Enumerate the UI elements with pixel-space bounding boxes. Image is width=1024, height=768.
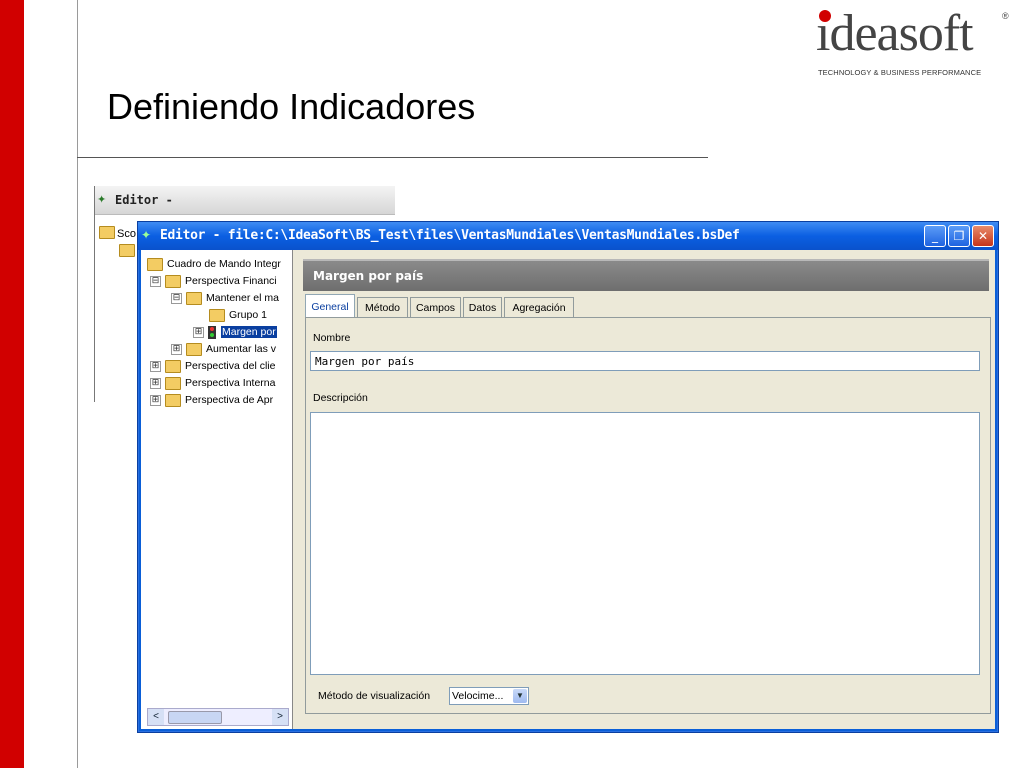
nombre-field[interactable]: Margen por país xyxy=(310,351,980,371)
nombre-label: Nombre xyxy=(313,332,351,344)
logo-tagline: TECHNOLOGY & BUSINESS PERFORMANCE xyxy=(818,68,982,77)
collapse-icon[interactable]: ⊟ xyxy=(150,275,161,287)
background-window-title: Editor - xyxy=(115,193,173,207)
minimize-button[interactable]: _ xyxy=(924,225,946,247)
window-client-area: Cuadro de Mando Integr ⊟ Perspectiva Fin… xyxy=(141,250,995,729)
window-titlebar[interactable]: ✦ Editor - file:C:\IdeaSoft\BS_Test\file… xyxy=(138,222,998,250)
maximize-button[interactable]: ❐ xyxy=(948,225,970,247)
folder-icon xyxy=(165,359,181,373)
tree-item-label: Perspectiva del clie xyxy=(185,360,276,372)
tree-item-aumentar[interactable]: ⊞ Aumentar las v xyxy=(171,341,276,357)
folder-icon xyxy=(99,226,115,239)
tree-item-label: Perspectiva de Apr xyxy=(185,394,274,406)
logo-registered-mark: ® xyxy=(1002,11,1009,21)
scroll-left-icon[interactable]: < xyxy=(148,709,164,725)
tree-item-perspectiva-financiera[interactable]: ⊟ Perspectiva Financi xyxy=(150,273,277,289)
tree-item-perspectiva-interna[interactable]: ⊞ Perspectiva Interna xyxy=(150,375,275,391)
expand-icon[interactable]: ⊞ xyxy=(150,394,161,406)
tree-item-cuadro-de-mando[interactable]: Cuadro de Mando Integr xyxy=(147,256,281,272)
window-title: Editor - file:C:\IdeaSoft\BS_Test\files\… xyxy=(160,228,740,243)
editor-icon: ✦ xyxy=(97,194,107,206)
close-button[interactable]: ✕ xyxy=(972,225,994,247)
tree-item-label: Cuadro de Mando Integr xyxy=(167,258,281,270)
collapse-icon[interactable]: ⊟ xyxy=(171,292,182,304)
tree-item-label: Grupo 1 xyxy=(229,309,267,321)
slide-red-bar xyxy=(0,0,24,768)
expand-icon[interactable]: ⊞ xyxy=(150,377,161,389)
tab-agregacion[interactable]: Agregación xyxy=(504,297,574,317)
folder-icon xyxy=(119,244,135,257)
folder-icon xyxy=(165,393,181,407)
background-tree-label: Sco xyxy=(117,228,136,240)
traffic-light-icon xyxy=(208,325,216,339)
slide-vertical-divider xyxy=(77,0,78,768)
metodo-visualizacion-select[interactable]: Velocime... ▼ xyxy=(449,687,529,705)
logo-red-dot xyxy=(819,10,831,22)
descripcion-textarea[interactable] xyxy=(310,412,980,675)
panel-header: Margen por país xyxy=(303,259,989,291)
maximize-icon: ❐ xyxy=(953,229,965,243)
folder-open-icon xyxy=(186,291,202,305)
metodo-visualizacion-value: Velocime... xyxy=(452,690,504,702)
editor-icon: ✦ xyxy=(141,228,152,242)
ideasoft-logo: ideasoft ® TECHNOLOGY & BUSINESS PERFORM… xyxy=(814,5,1014,82)
tab-campos[interactable]: Campos xyxy=(410,297,461,317)
tree-item-label: Perspectiva Interna xyxy=(185,377,276,389)
folder-open-icon xyxy=(165,274,181,288)
folder-icon xyxy=(165,376,181,390)
editor-window: ✦ Editor - file:C:\IdeaSoft\BS_Test\file… xyxy=(137,221,999,733)
expand-icon[interactable]: ⊞ xyxy=(171,343,182,355)
background-window-titlebar: ✦ Editor - xyxy=(95,186,395,215)
tab-general[interactable]: General xyxy=(305,294,355,318)
chevron-down-icon[interactable]: ▼ xyxy=(513,689,527,703)
expand-icon[interactable]: ⊞ xyxy=(193,326,204,338)
metodo-visualizacion-label: Método de visualización xyxy=(318,690,431,702)
tree-item-mantener[interactable]: ⊟ Mantener el ma xyxy=(171,290,279,306)
slide-title-underline xyxy=(77,157,708,158)
tree-item-perspectiva-cliente[interactable]: ⊞ Perspectiva del clie xyxy=(150,358,275,374)
tree-item-label: Aumentar las v xyxy=(206,343,277,355)
tree-horizontal-scrollbar[interactable]: < > xyxy=(147,708,289,726)
descripcion-label: Descripción xyxy=(313,392,368,404)
scroll-right-icon[interactable]: > xyxy=(272,709,288,725)
slide-title: Definiendo Indicadores xyxy=(107,86,476,127)
close-icon: ✕ xyxy=(977,229,989,243)
tree-item-label: Margen por xyxy=(221,326,277,338)
tree-item-label: Mantener el ma xyxy=(206,292,279,304)
tree-panel[interactable]: Cuadro de Mando Integr ⊟ Perspectiva Fin… xyxy=(141,250,293,729)
panel-header-title: Margen por país xyxy=(313,269,424,283)
logo-wordmark: ideasoft xyxy=(816,5,974,62)
tree-item-label: Perspectiva Financi xyxy=(185,275,277,287)
folder-icon xyxy=(209,308,225,322)
tree-item-margen-por-pais[interactable]: ⊞ Margen por xyxy=(193,324,277,340)
minimize-icon: _ xyxy=(932,229,938,243)
folder-open-icon xyxy=(147,257,163,271)
expand-icon[interactable]: ⊞ xyxy=(150,360,161,372)
tab-metodo[interactable]: Método xyxy=(357,297,408,317)
tab-datos[interactable]: Datos xyxy=(463,297,502,317)
tree-item-perspectiva-aprendizaje[interactable]: ⊞ Perspectiva de Apr xyxy=(150,392,273,408)
folder-icon xyxy=(186,342,202,356)
scroll-thumb[interactable] xyxy=(168,711,222,724)
tree-item-grupo-1[interactable]: Grupo 1 xyxy=(209,307,267,323)
